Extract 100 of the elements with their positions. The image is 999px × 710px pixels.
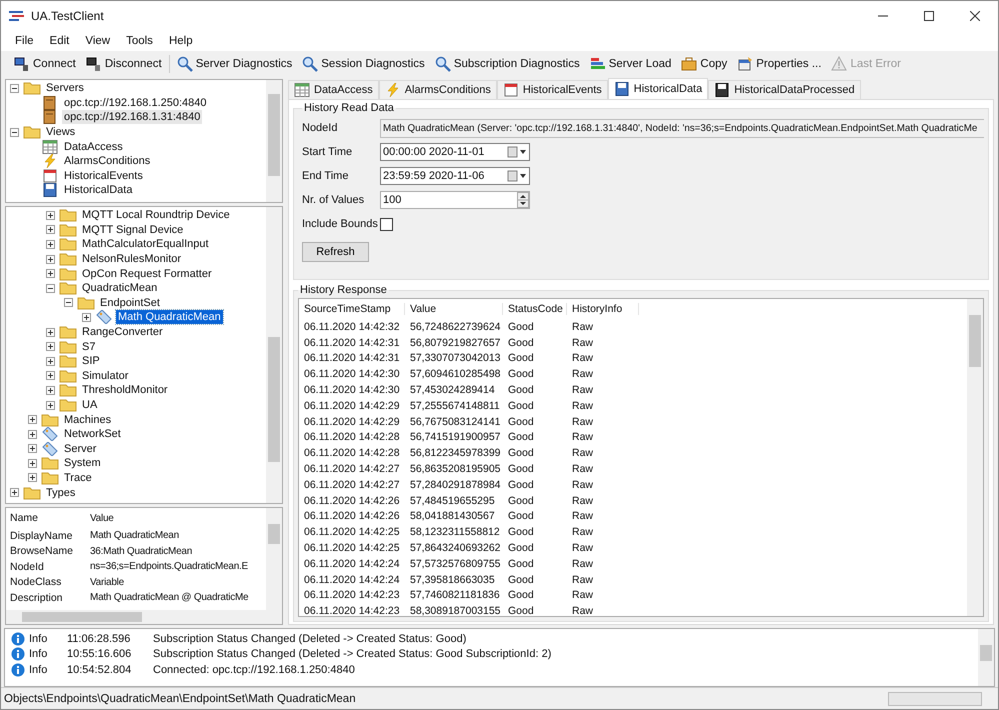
menu-item[interactable]: View	[77, 35, 118, 47]
column-header[interactable]: SourceTimeStamp	[299, 303, 405, 315]
table-cell-text: 57,484519655295	[409, 494, 496, 507]
tree-item[interactable]: Trace	[62, 470, 94, 485]
menu-item[interactable]: File	[7, 35, 42, 47]
tree-item[interactable]: Math QuadraticMean	[116, 310, 223, 324]
tree-item[interactable]: Server	[62, 442, 98, 456]
checkbox[interactable]	[380, 218, 393, 230]
toolbar-button[interactable]: Connect	[9, 54, 81, 74]
column-header[interactable]: Value	[405, 303, 503, 315]
expand-toggle[interactable]	[46, 400, 55, 410]
column-header[interactable]: StatusCode	[503, 303, 567, 315]
toolbar-button[interactable]: Properties ...	[732, 54, 826, 74]
tree-item[interactable]: System	[62, 456, 103, 470]
table-cell-text: 06.11.2020 14:42:23	[303, 589, 401, 602]
tree-item[interactable]: HistoricalEvents	[62, 168, 145, 183]
expand-toggle[interactable]	[10, 488, 19, 498]
tree-item[interactable]: DataAccess	[62, 140, 125, 154]
tree-item[interactable]: MQTT Local Roundtrip Device	[80, 208, 232, 222]
tree-item[interactable]: QuadraticMean	[80, 281, 160, 296]
close-icon[interactable]	[970, 11, 980, 21]
refresh-button[interactable]: Refresh	[302, 242, 369, 262]
tree-item[interactable]: opc.tcp://192.168.1.250:4840	[62, 96, 209, 110]
scrollbar[interactable]	[266, 508, 282, 624]
toolbar-button[interactable]: Server Diagnostics	[172, 54, 298, 74]
log-message: Subscription Status Changed (Deleted -> Created Status: Good)	[153, 632, 466, 645]
expand-toggle[interactable]	[28, 444, 37, 454]
scrollbar[interactable]	[266, 80, 282, 202]
tree-item[interactable]: NetworkSet	[62, 427, 123, 442]
expand-toggle[interactable]	[46, 342, 55, 352]
window-title: UA.TestClient	[31, 9, 104, 23]
tree-item[interactable]: opc.tcp://192.168.1.31:4840	[62, 110, 202, 124]
expand-toggle[interactable]	[46, 386, 55, 395]
expand-toggle[interactable]	[46, 269, 55, 278]
tree-item[interactable]: Servers	[44, 81, 86, 96]
collapse-toggle[interactable]	[10, 128, 19, 137]
node-id-field[interactable]: Math QuadraticMean (Server: 'opc.tcp://192.168.1.31:4840', NodeId: 'ns=36;s=Endpoints.QuadraticMean.EndpointSet.Math QuadraticMe	[380, 118, 984, 138]
scrollbar[interactable]	[978, 629, 994, 686]
expand-toggle[interactable]	[46, 210, 55, 220]
maximize-icon[interactable]	[924, 11, 934, 21]
table-cell-text: 06.11.2020 14:42:30	[303, 368, 401, 380]
tree-item[interactable]: S7	[80, 340, 98, 354]
toolbar-button[interactable]: Disconnect	[80, 54, 167, 74]
expand-toggle[interactable]	[46, 328, 55, 337]
tree-item[interactable]: MathCalculatorEqualInput	[80, 237, 211, 252]
stacked-bars-icon	[590, 56, 606, 72]
expand-toggle[interactable]	[28, 473, 37, 482]
toolbar-button[interactable]: Subscription Diagnostics	[430, 54, 585, 74]
tree-item[interactable]: Types	[44, 486, 78, 500]
folder-icon	[59, 237, 77, 252]
column-header[interactable]: Value	[88, 512, 114, 524]
table-cell-text: 57,6094610285498	[409, 368, 502, 380]
tree-item[interactable]: MQTT Signal Device	[80, 222, 186, 237]
toolbar-button[interactable]: Copy	[676, 54, 732, 74]
tab[interactable]: HistoricalDataProcessed	[708, 80, 861, 99]
expand-toggle[interactable]	[46, 254, 55, 264]
tree-item[interactable]: Machines	[62, 412, 114, 427]
table-cell-text: Good	[507, 589, 535, 602]
expand-toggle[interactable]	[46, 225, 55, 234]
properties-icon	[737, 56, 754, 72]
tree-item[interactable]: AlarmsConditions	[62, 154, 152, 168]
tree-item[interactable]: Simulator	[80, 368, 130, 383]
expand-toggle[interactable]	[28, 415, 37, 424]
table-cell-text: Good	[507, 542, 535, 554]
tree-item[interactable]: NelsonRulesMonitor	[80, 252, 184, 266]
menu-item[interactable]: Help	[160, 35, 201, 47]
column-header[interactable]: HistoryInfo	[567, 303, 639, 315]
toolbar-button[interactable]: Session Diagnostics	[297, 54, 430, 74]
tree-item[interactable]: UA	[80, 398, 100, 412]
expand-toggle[interactable]	[28, 430, 37, 439]
menu-item[interactable]: Edit	[42, 35, 78, 47]
expand-toggle[interactable]	[46, 240, 55, 249]
expand-toggle[interactable]	[46, 284, 55, 293]
scrollbar[interactable]	[6, 610, 266, 624]
date-picker[interactable]: 23:59:59 2020-11-06	[380, 167, 530, 185]
tab[interactable]: HistoricalData	[608, 78, 708, 99]
tree-item[interactable]: Views	[44, 125, 78, 140]
tab[interactable]: AlarmsConditions	[378, 80, 497, 99]
tree-item[interactable]: EndpointSet	[98, 296, 162, 310]
tree-item[interactable]: RangeConverter	[80, 325, 165, 340]
tree-item[interactable]: ThresholdMonitor	[80, 383, 170, 398]
expand-toggle[interactable]	[46, 371, 55, 380]
tab[interactable]: HistoricalEvents	[496, 80, 608, 99]
scrollbar[interactable]	[266, 207, 282, 503]
date-picker[interactable]: 00:00:00 2020-11-01	[380, 143, 530, 161]
tree-item[interactable]: HistoricalData	[62, 183, 134, 198]
tree-item[interactable]: SIP	[80, 354, 102, 368]
toolbar-button[interactable]: Server Load	[584, 54, 676, 74]
expand-toggle[interactable]	[46, 356, 55, 366]
table-cell-text: Good	[507, 463, 535, 476]
column-header[interactable]: Name	[6, 512, 88, 524]
collapse-toggle[interactable]	[10, 84, 19, 93]
scrollbar[interactable]	[967, 299, 983, 616]
tab[interactable]: DataAccess	[288, 80, 379, 99]
menu-item[interactable]: Tools	[118, 35, 161, 47]
number-spinner[interactable]: 100	[380, 191, 530, 209]
expand-toggle[interactable]	[82, 312, 91, 322]
expand-toggle[interactable]	[28, 458, 37, 468]
expand-toggle[interactable]	[64, 298, 73, 308]
tree-item[interactable]: OpCon Request Formatter	[80, 266, 214, 281]
